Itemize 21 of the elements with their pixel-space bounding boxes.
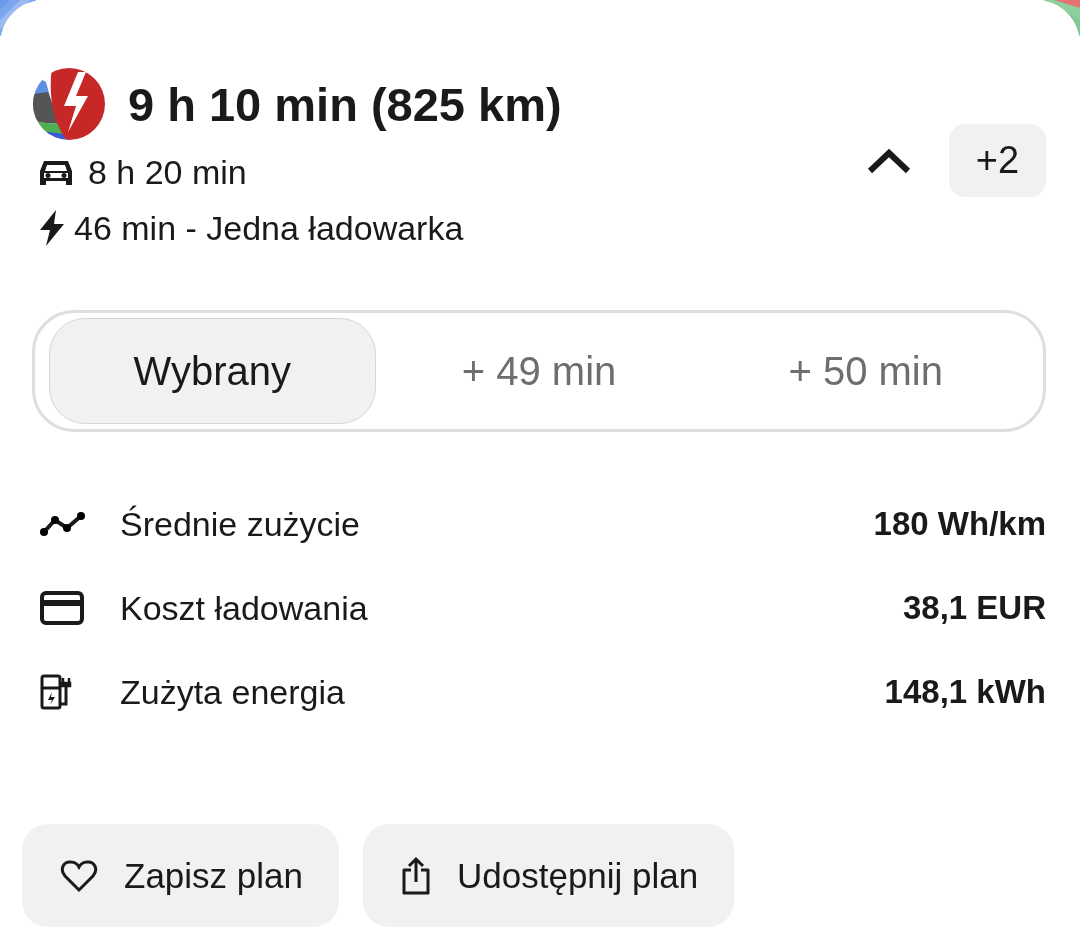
stat-label: Średnie zużycie [120,504,361,544]
heart-icon [60,858,98,893]
charging-station-icon [40,674,74,710]
route-option[interactable]: Wybrany [49,318,376,424]
share-plan-button[interactable]: Udostępnij plan [363,824,735,927]
stat-value: 180 Wh/km [873,505,1046,543]
stat-value: 38,1 EUR [902,589,1046,627]
save-plan-button[interactable]: Zapisz plan [22,824,339,927]
share-icon [401,855,431,896]
stat-value: 148,1 kWh [884,673,1046,711]
route-option[interactable]: + 50 min [702,318,1029,424]
credit-card-icon [40,591,84,625]
stat-label: Koszt ładowania [120,588,369,628]
route-option[interactable]: + 49 min [375,318,703,424]
lightning-icon [38,210,66,246]
line-graph-icon [40,510,86,538]
charging-time: 46 min - Jedna ładowarka [74,208,464,248]
more-routes-button[interactable]: +2 [949,124,1046,197]
drive-time: 8 h 20 min [88,152,247,192]
stat-label: Zużyta energia [120,672,346,712]
trip-duration: 9 h 10 min (825 km) [128,76,562,132]
